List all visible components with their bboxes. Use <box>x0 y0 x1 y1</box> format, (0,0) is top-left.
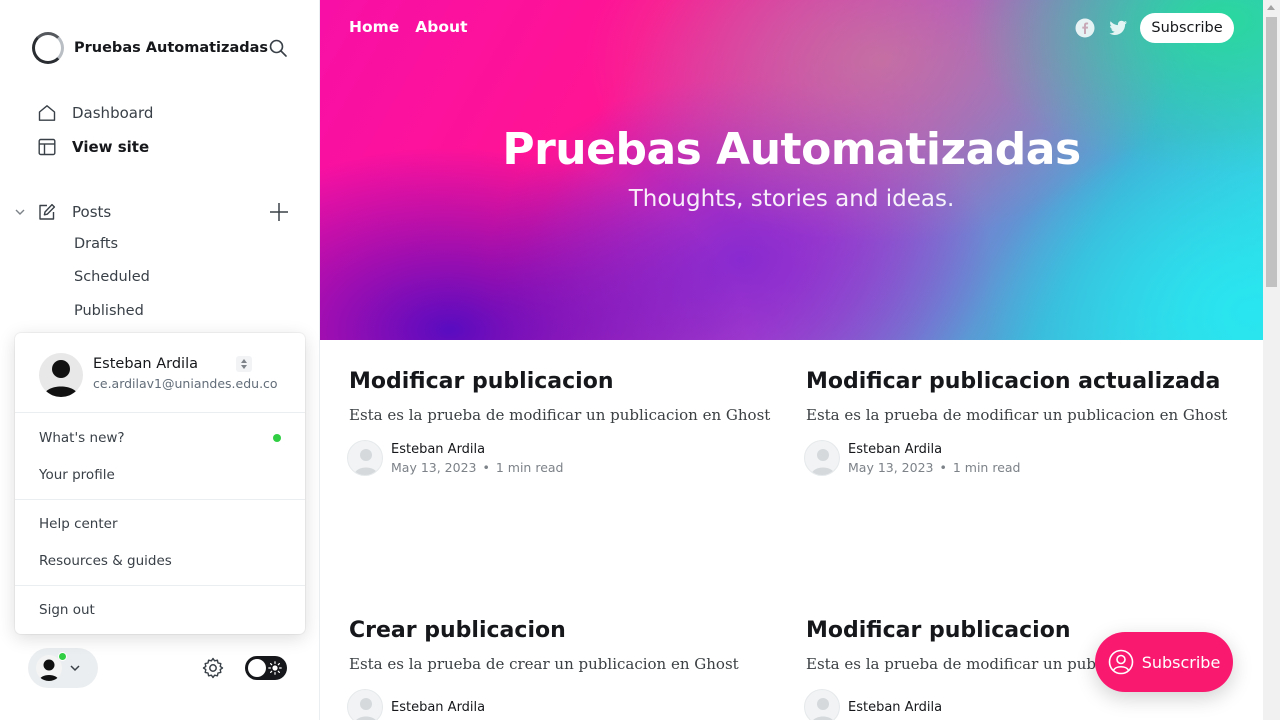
home-icon <box>38 105 56 121</box>
notification-dot <box>273 434 281 442</box>
portal-subscribe-button[interactable]: Subscribe <box>1095 632 1233 692</box>
post-author[interactable]: Esteban Ardila <box>391 700 485 715</box>
post-card[interactable]: Crear publicacion Esta es la prueba de c… <box>347 618 779 720</box>
sun-icon <box>268 661 282 675</box>
nav-published[interactable]: Published <box>74 303 144 323</box>
site-title: Pruebas Automatizadas <box>74 40 269 56</box>
nav-posts[interactable]: Posts <box>38 200 111 224</box>
layout-icon <box>38 138 56 156</box>
post-author[interactable]: Esteban Ardila <box>391 442 563 457</box>
user-circle-icon <box>1108 649 1133 675</box>
post-card[interactable]: Modificar publicacion Esta es la prueba … <box>347 369 779 476</box>
site-hero-title: Pruebas Automatizadas <box>502 124 1081 175</box>
user-menu-header: Esteban Ardila ce.ardilav1@uniandes.edu.… <box>15 333 305 413</box>
author-avatar[interactable] <box>347 440 383 476</box>
user-email: ce.ardilav1@uniandes.edu.co <box>93 376 278 391</box>
site-hero-description: Thoughts, stories and ideas. <box>628 186 955 212</box>
nav-about-link[interactable]: About <box>415 18 467 36</box>
post-date: May 13, 2023 <box>391 459 477 475</box>
updown-arrows-icon[interactable] <box>235 355 253 373</box>
online-indicator <box>58 652 67 661</box>
scroll-up-arrow[interactable] <box>1267 5 1275 10</box>
nav-scheduled[interactable]: Scheduled <box>74 269 150 289</box>
nav-dashboard[interactable]: Dashboard <box>38 101 153 125</box>
author-avatar[interactable] <box>804 689 840 720</box>
post-title[interactable]: Modificar publicacion <box>349 369 779 394</box>
nav-home-link[interactable]: Home <box>349 18 399 36</box>
subscribe-button[interactable]: Subscribe <box>1140 13 1234 43</box>
twitter-icon[interactable] <box>1108 18 1128 38</box>
portal-subscribe-label: Subscribe <box>1141 652 1221 672</box>
search-icon[interactable] <box>268 38 288 58</box>
post-author[interactable]: Esteban Ardila <box>848 442 1020 457</box>
avatar <box>39 353 83 397</box>
edit-icon <box>39 203 56 220</box>
meta-separator: • <box>939 459 947 475</box>
post-card[interactable]: Modificar publicacion actualizada Esta e… <box>804 369 1236 476</box>
author-avatar[interactable] <box>804 440 840 476</box>
post-excerpt: Esta es la prueba de modificar un public… <box>349 406 771 424</box>
post-author[interactable]: Esteban Ardila <box>848 700 942 715</box>
post-meta: Esteban Ardila <box>804 689 1236 720</box>
menu-divider <box>15 499 305 500</box>
site-brand[interactable]: Pruebas Automatizadas <box>32 32 292 64</box>
whats-new-link[interactable]: What's new? <box>39 430 125 446</box>
user-dropdown-menu: Esteban Ardila ce.ardilav1@uniandes.edu.… <box>15 333 305 634</box>
toggle-knob <box>248 659 266 677</box>
scrollbar-thumb[interactable] <box>1266 17 1277 287</box>
resources-guides-link[interactable]: Resources & guides <box>39 553 172 569</box>
post-reading-time: 1 min read <box>495 459 564 475</box>
nav-view-site-label: View site <box>72 138 150 156</box>
scrollbar[interactable] <box>1263 0 1280 720</box>
menu-divider <box>15 585 305 586</box>
your-profile-link[interactable]: Your profile <box>39 467 115 483</box>
post-excerpt: Esta es la prueba de modificar un public… <box>806 406 1228 424</box>
user-name: Esteban Ardila <box>93 356 198 372</box>
dark-mode-toggle[interactable] <box>245 656 287 680</box>
site-logo <box>32 32 64 64</box>
facebook-icon[interactable] <box>1075 18 1095 38</box>
site-preview: Home About Subscribe Pruebas Automatizad… <box>320 0 1263 720</box>
nav-dashboard-label: Dashboard <box>72 104 154 122</box>
site-nav: Home About <box>349 18 467 36</box>
post-date: May 13, 2023 <box>848 459 934 475</box>
chevron-down-icon <box>70 665 80 672</box>
plus-icon[interactable] <box>268 201 290 223</box>
nav-view-site[interactable]: View site <box>38 135 149 159</box>
chevron-down-icon[interactable] <box>14 206 26 218</box>
help-center-link[interactable]: Help center <box>39 516 118 532</box>
post-meta: Esteban Ardila May 13, 2023 • 1 min read <box>804 440 1236 476</box>
nav-drafts[interactable]: Drafts <box>74 236 118 256</box>
hero-banner: Home About Subscribe Pruebas Automatizad… <box>320 0 1263 340</box>
gear-icon[interactable] <box>202 657 224 679</box>
post-meta: Esteban Ardila <box>347 689 779 720</box>
user-menu-toggle[interactable] <box>28 648 98 688</box>
sign-out-link[interactable]: Sign out <box>39 602 95 618</box>
post-excerpt: Esta es la prueba de crear un publicacio… <box>349 655 739 673</box>
post-title[interactable]: Modificar publicacion actualizada <box>806 369 1236 394</box>
post-reading-time: 1 min read <box>952 459 1021 475</box>
nav-posts-label: Posts <box>72 203 112 221</box>
post-meta: Esteban Ardila May 13, 2023 • 1 min read <box>347 440 779 476</box>
meta-separator: • <box>482 459 490 475</box>
post-title[interactable]: Crear publicacion <box>349 618 779 643</box>
author-avatar[interactable] <box>347 689 383 720</box>
